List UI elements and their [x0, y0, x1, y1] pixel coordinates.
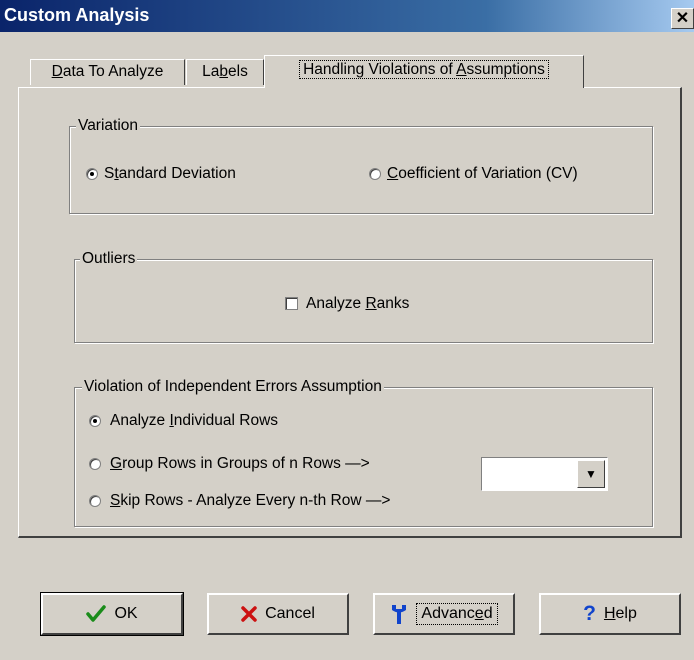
close-button[interactable]: ✕ [671, 8, 694, 29]
advanced-label: Advanced [416, 603, 498, 625]
checkmark-icon [86, 605, 107, 622]
window-title: Custom Analysis [4, 5, 150, 25]
tab-label: Labels [202, 63, 248, 80]
analyze-individual-rows-label[interactable]: Analyze Individual Rows [110, 412, 278, 430]
help-label: Help [603, 605, 637, 622]
analyze-individual-rows-radio[interactable] [89, 415, 101, 427]
variation-legend: Variation [76, 117, 141, 135]
n-rows-dropdown[interactable]: ▼ [481, 457, 608, 491]
ok-button[interactable]: OK [40, 592, 184, 636]
tab-labels[interactable]: Labels [186, 59, 264, 85]
tab-label: Handling Violations of Assumptions [299, 60, 549, 79]
coefficient-of-variation-label[interactable]: Coefficient of Variation (CV) [387, 165, 578, 183]
question-icon: ? [583, 602, 596, 625]
wrench-icon [392, 605, 407, 624]
outliers-legend: Outliers [80, 250, 138, 268]
skip-rows-radio[interactable] [89, 495, 101, 507]
tab-handling-violations[interactable]: Handling Violations of Assumptions [264, 55, 584, 88]
tab-label: Data To Analyze [51, 63, 164, 80]
independent-errors-legend: Violation of Independent Errors Assumpti… [82, 378, 384, 396]
advanced-button[interactable]: Advanced [373, 593, 515, 635]
group-rows-radio[interactable] [89, 458, 101, 470]
analyze-ranks-label[interactable]: Analyze Ranks [306, 295, 409, 313]
skip-rows-label[interactable]: Skip Rows - Analyze Every n-th Row —> [110, 492, 390, 510]
tab-data-to-analyze[interactable]: Data To Analyze [30, 59, 185, 85]
ok-label: OK [114, 605, 138, 622]
cancel-button[interactable]: Cancel [207, 593, 349, 635]
dropdown-arrow-button[interactable]: ▼ [577, 460, 605, 488]
standard-deviation-radio[interactable] [86, 168, 98, 180]
coefficient-of-variation-radio[interactable] [369, 168, 381, 180]
x-icon [241, 606, 257, 622]
chevron-down-icon: ▼ [585, 467, 597, 481]
analyze-ranks-checkbox[interactable] [285, 297, 298, 310]
standard-deviation-label[interactable]: Standard Deviation [104, 165, 236, 183]
close-icon: ✕ [675, 10, 690, 27]
group-rows-label[interactable]: Group Rows in Groups of n Rows —> [110, 455, 370, 473]
cancel-label: Cancel [265, 605, 315, 622]
help-button[interactable]: ? Help [539, 593, 681, 635]
